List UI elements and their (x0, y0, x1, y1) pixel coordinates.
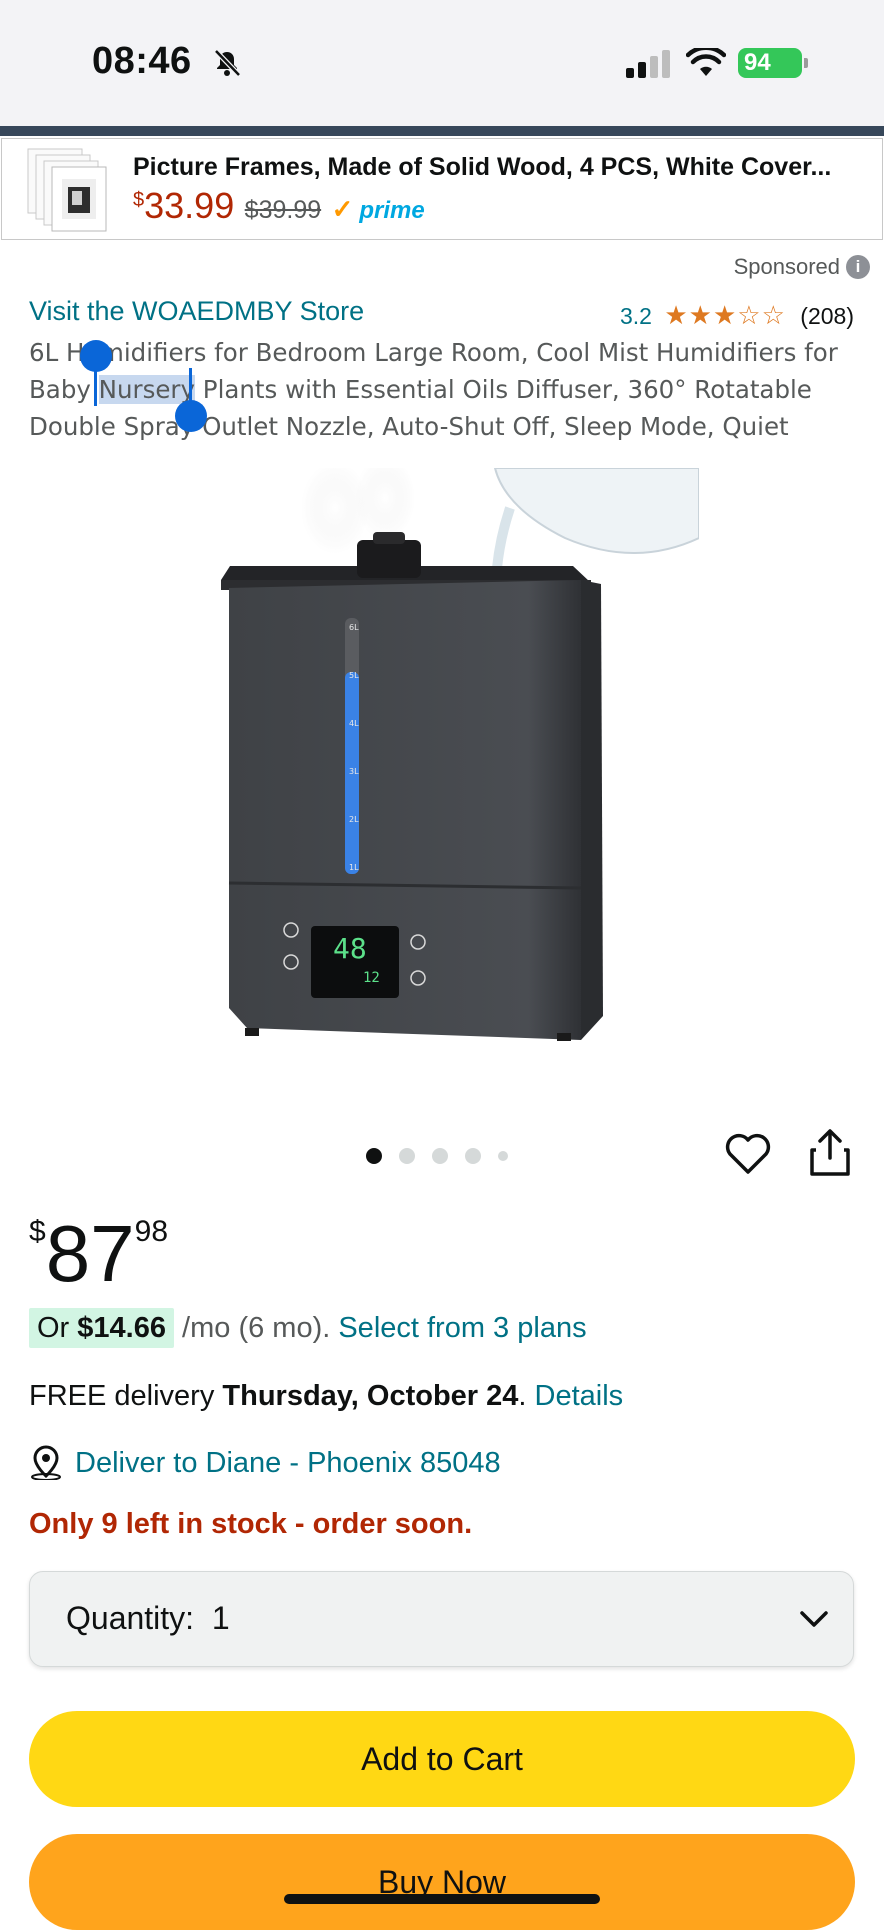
prime-badge: prime (359, 197, 425, 224)
tank-level-1l: 1L (349, 863, 359, 872)
selection-end-handle[interactable] (175, 400, 207, 432)
ad-price: 33.99 (144, 185, 235, 226)
sponsored-ad-banner[interactable]: Picture Frames, Made of Solid Wood, 4 PC… (1, 138, 883, 240)
selection-start-handle[interactable] (80, 340, 112, 372)
tank-level-6l: 6L (349, 623, 359, 632)
prime-check-icon: ✓ (331, 194, 354, 224)
carousel-dot[interactable] (366, 1147, 382, 1164)
installment-offer: Or $14.66 /mo (6 mo). Select from 3 plan… (29, 1308, 587, 1348)
location-pin-icon (31, 1445, 61, 1480)
ad-price-symbol: $ (133, 189, 145, 211)
tank-level-3l: 3L (349, 767, 359, 776)
tank-level-2l: 2L (349, 815, 359, 824)
carousel-dot[interactable] (399, 1147, 415, 1164)
status-bar: 08:46 94 (0, 0, 884, 126)
quantity-label: Quantity: 1 (66, 1600, 230, 1636)
image-carousel-dots[interactable] (366, 1145, 525, 1164)
selection-start-line (94, 368, 97, 406)
picture-frames-thumbnail (27, 148, 107, 232)
delivery-info: FREE delivery Thursday, October 24. Deta… (29, 1380, 624, 1412)
visit-store-link[interactable]: Visit the WOAEDMBY Store (29, 296, 364, 327)
star-rating-icon: ★★★☆☆ (664, 300, 786, 330)
delivery-date: Thursday, October 24 (222, 1380, 519, 1412)
ad-price-row: $33.99 $39.99 ✓ prime (133, 185, 425, 227)
selected-text[interactable]: Nursery (98, 375, 196, 404)
display-reading-main: 48 (333, 932, 367, 965)
installment-amount-badge: Or $14.66 (29, 1308, 174, 1348)
product-image[interactable]: 6L 5L 4L 3L 2L 1L 48 12 (185, 468, 699, 1066)
sponsored-label[interactable]: Sponsored i (734, 254, 870, 280)
tank-level-4l: 4L (349, 719, 359, 728)
ad-was-price: $39.99 (244, 196, 322, 224)
cellular-signal-icon (626, 50, 670, 78)
product-price: $8798 (29, 1208, 168, 1300)
quantity-dropdown[interactable]: Quantity: 1 (29, 1571, 854, 1667)
rating-summary[interactable]: 3.2 ★★★☆☆ (208) (620, 300, 854, 331)
heart-icon[interactable] (724, 1130, 772, 1176)
ad-product-title: Picture Frames, Made of Solid Wood, 4 PC… (133, 153, 832, 181)
add-to-cart-button[interactable]: Add to Cart (29, 1711, 855, 1807)
stock-warning: Only 9 left in stock - order soon. (29, 1508, 473, 1540)
carousel-dot[interactable] (432, 1147, 448, 1164)
select-plans-link[interactable]: Select from 3 plans (338, 1312, 586, 1344)
delivery-details-link[interactable]: Details (535, 1380, 624, 1412)
display-reading-time: 12 (363, 970, 380, 986)
rating-value: 3.2 (619, 303, 652, 329)
battery-charging-icon: 94 (738, 48, 808, 78)
price-symbol: $ (29, 1215, 46, 1248)
buy-now-button[interactable]: Buy Now (29, 1834, 855, 1930)
battery-level: 94 (744, 49, 771, 76)
price-whole: 87 (45, 1209, 135, 1298)
deliver-to-location[interactable]: Deliver to Diane - Phoenix 85048 (29, 1444, 501, 1480)
bell-slash-icon (214, 49, 241, 77)
status-time: 08:46 (92, 40, 192, 82)
info-icon[interactable]: i (846, 255, 870, 279)
carousel-dot[interactable] (465, 1147, 481, 1164)
tank-level-5l: 5L (349, 671, 359, 680)
chevron-down-icon (800, 1611, 828, 1627)
rating-count: (208) (800, 303, 854, 329)
quantity-value: 1 (211, 1600, 230, 1636)
product-title[interactable]: 6L Humidifiers for Bedroom Large Room, C… (29, 334, 859, 445)
carousel-dot[interactable] (498, 1150, 508, 1161)
share-icon[interactable] (808, 1128, 852, 1178)
deliver-to-text: Deliver to Diane - Phoenix 85048 (75, 1447, 501, 1479)
home-indicator[interactable] (284, 1894, 600, 1904)
header-strip (0, 126, 884, 136)
wifi-icon (686, 48, 726, 76)
price-fraction: 98 (134, 1215, 169, 1248)
